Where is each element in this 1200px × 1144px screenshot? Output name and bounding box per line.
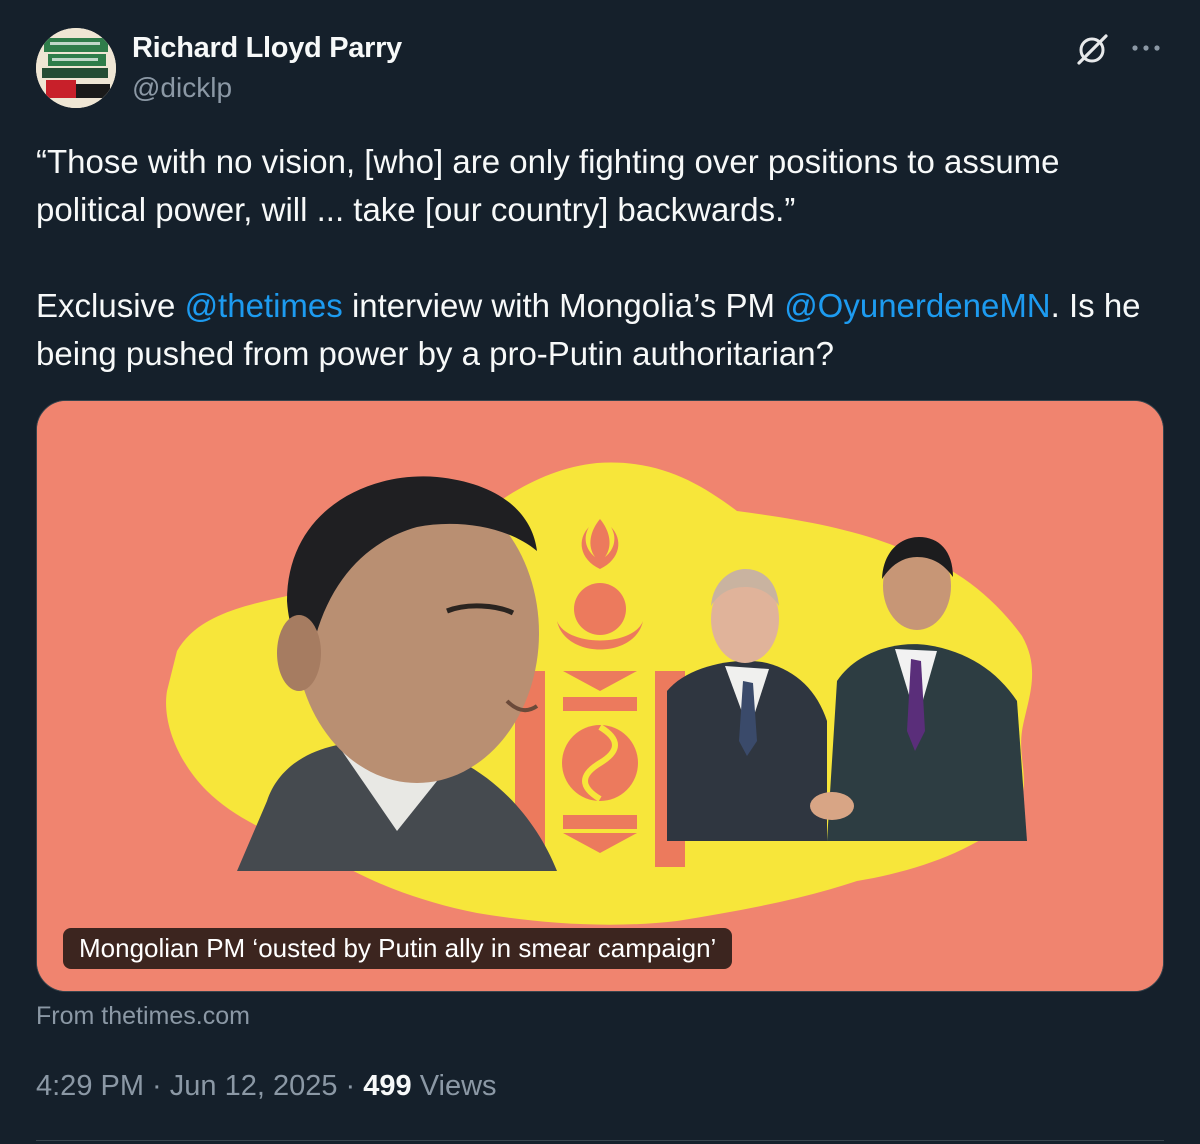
author-avatar[interactable] — [36, 28, 116, 108]
grok-icon[interactable] — [1073, 30, 1111, 68]
divider — [36, 1140, 1164, 1141]
views-count[interactable]: 499 — [363, 1070, 411, 1102]
mention-oyunerdenemn[interactable]: @OyunerdeneMN — [784, 287, 1050, 324]
meta-separator: · — [144, 1070, 170, 1102]
handshake — [810, 792, 854, 820]
author-display-name[interactable]: Richard Lloyd Parry — [132, 32, 402, 65]
mention-thetimes[interactable]: @thetimes — [185, 287, 343, 324]
card-source[interactable]: From thetimes.com — [36, 1002, 250, 1031]
tweet-meta: 4:29 PM · Jun 12, 2025 · 499 Views — [36, 1070, 497, 1103]
tweet-quote: “Those with no vision, [who] are only fi… — [36, 143, 1060, 228]
meta-separator: · — [337, 1070, 364, 1102]
views-label[interactable]: Views — [412, 1070, 497, 1102]
tweet-time[interactable]: 4:29 PM — [36, 1070, 144, 1102]
link-card[interactable]: Mongolian PM ‘ousted by Putin ally in sm… — [36, 400, 1164, 992]
tweet-second-paragraph: Exclusive @thetimes interview with Mongo… — [36, 282, 1166, 378]
tweet: Richard Lloyd Parry @dicklp “Those with … — [0, 0, 1200, 1144]
card-illustration — [37, 401, 1163, 991]
tweet-text: “Those with no vision, [who] are only fi… — [36, 138, 1166, 378]
text-segment: Exclusive — [36, 287, 185, 324]
author-handle[interactable]: @dicklp — [132, 72, 232, 104]
tweet-date[interactable]: Jun 12, 2025 — [170, 1070, 338, 1102]
text-segment: interview with Mongolia’s PM — [342, 287, 785, 324]
book-cover-avatar-icon — [36, 28, 116, 108]
more-options-icon[interactable] — [1128, 36, 1164, 60]
card-headline: Mongolian PM ‘ousted by Putin ally in sm… — [63, 928, 733, 969]
